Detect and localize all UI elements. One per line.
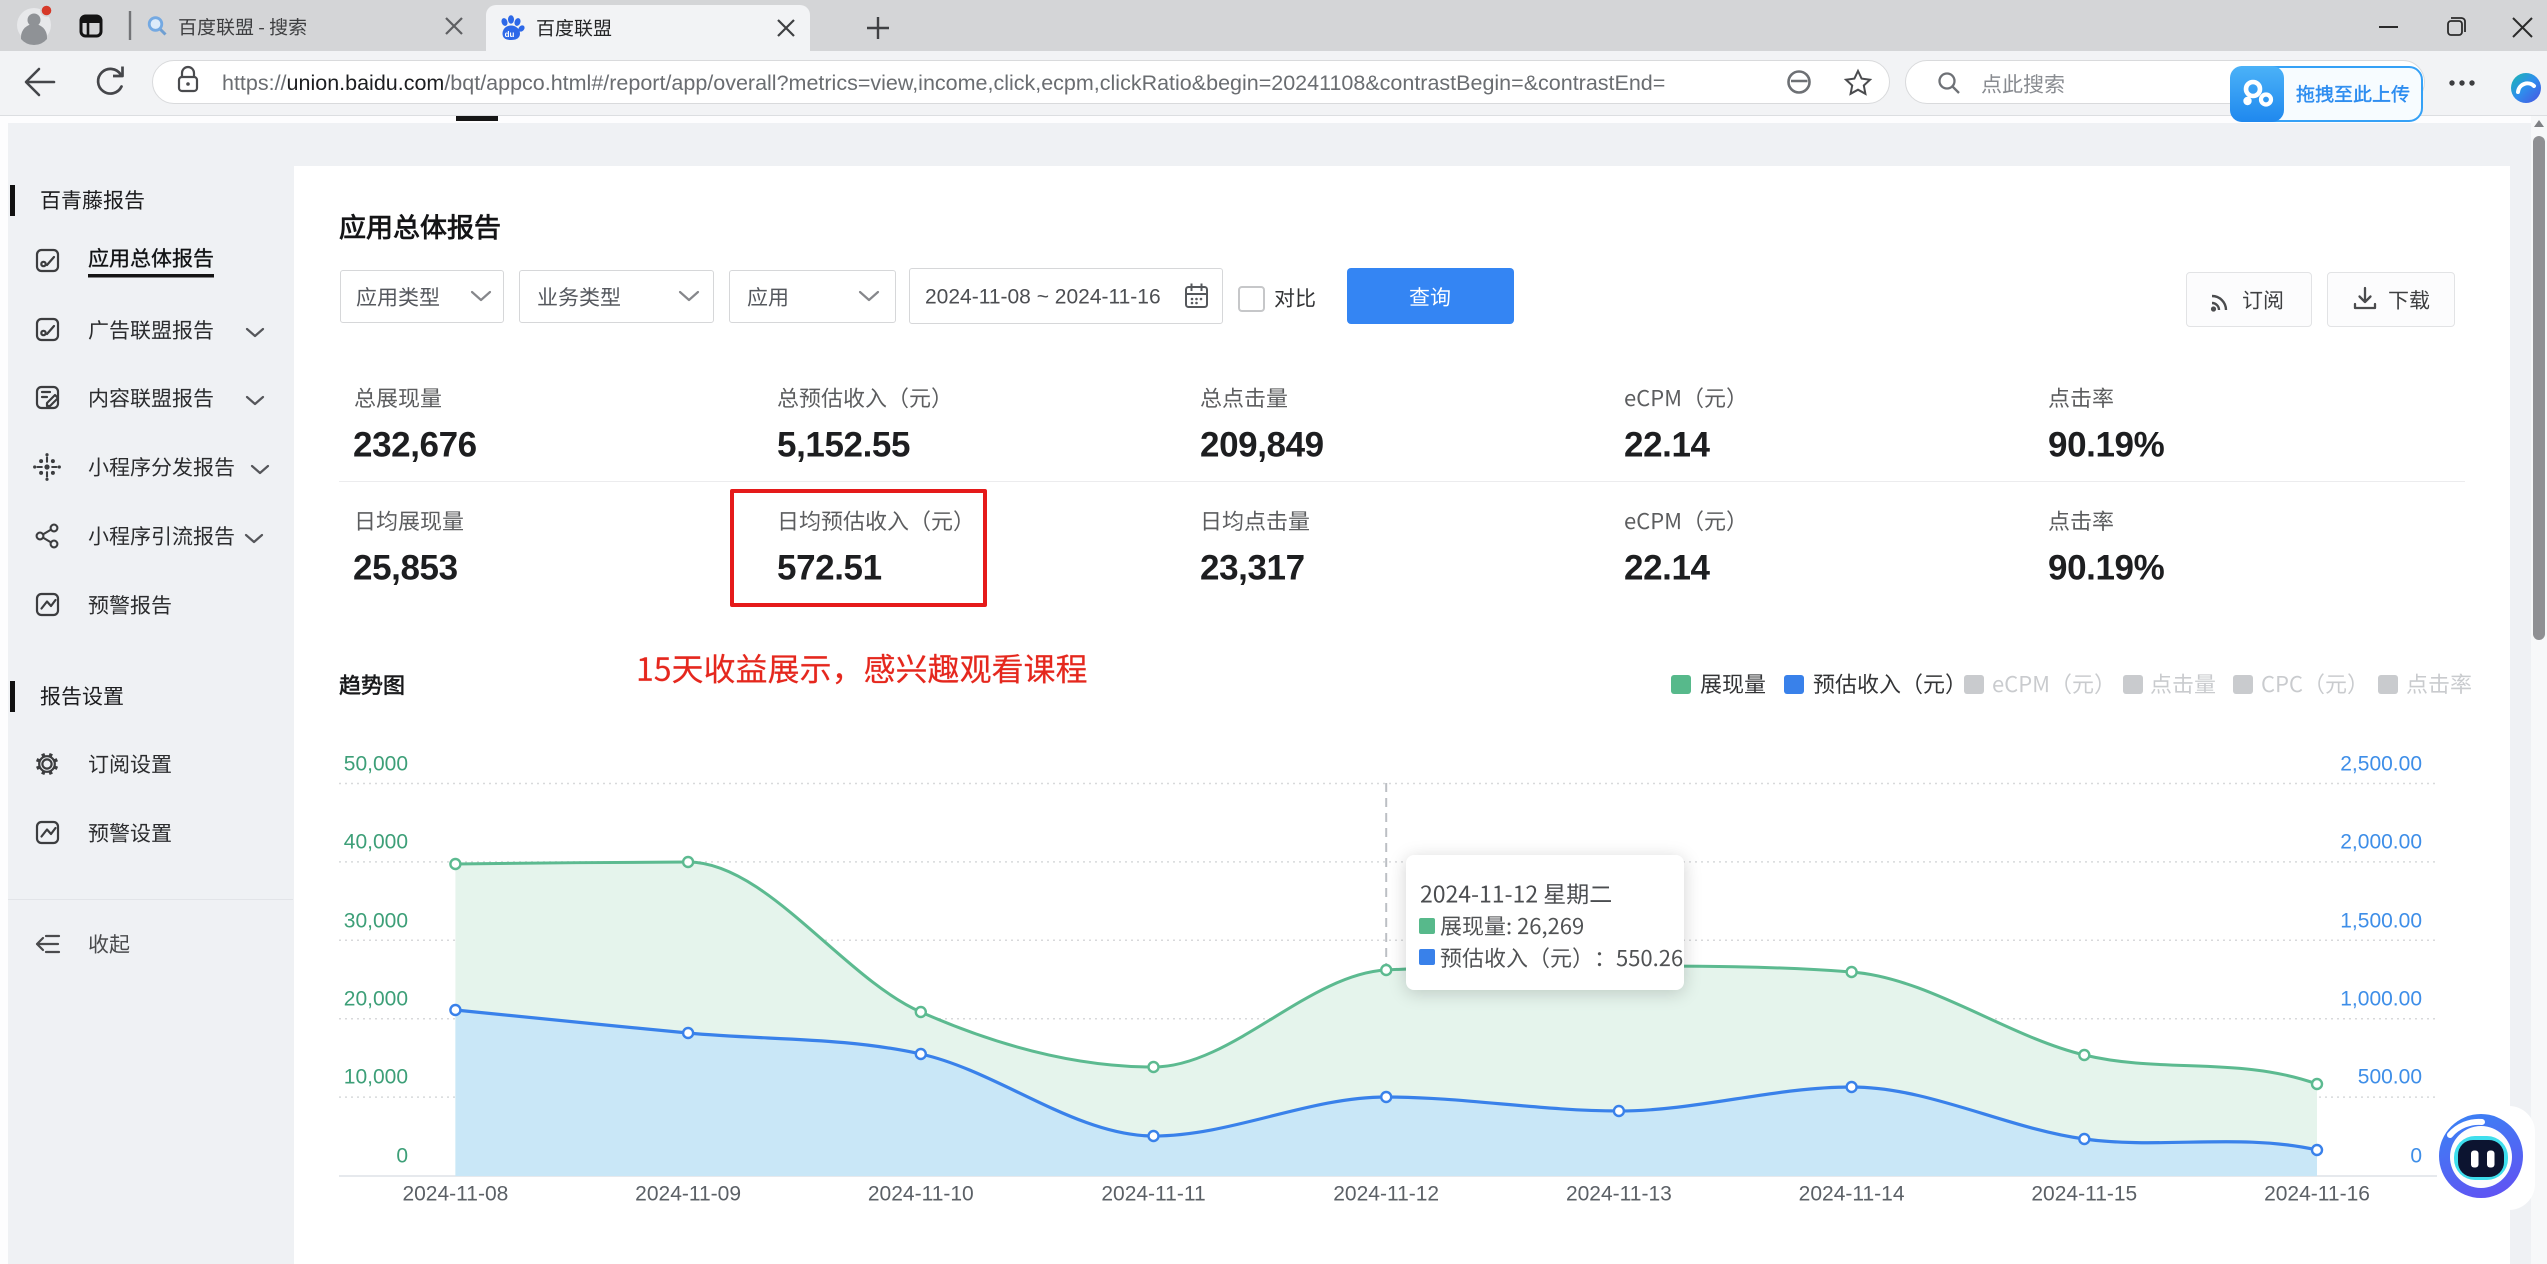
svg-text:1,500.00: 1,500.00 bbox=[2340, 910, 2422, 933]
svg-text:40,000: 40,000 bbox=[344, 831, 408, 854]
svg-text:572.51: 572.51 bbox=[777, 549, 882, 588]
svg-text:50,000: 50,000 bbox=[344, 753, 408, 776]
svg-text:500.00: 500.00 bbox=[2358, 1066, 2422, 1089]
svg-text:2024-11-10: 2024-11-10 bbox=[868, 1183, 974, 1206]
svg-text:2024-11-15: 2024-11-15 bbox=[2031, 1183, 2137, 1206]
svg-text:2024-11-11: 2024-11-11 bbox=[1101, 1183, 1205, 1206]
svg-text:90.19%: 90.19% bbox=[2048, 426, 2165, 465]
svg-text:2024-11-08: 2024-11-08 bbox=[402, 1183, 508, 1206]
svg-text:5,152.55: 5,152.55 bbox=[777, 426, 910, 465]
svg-text:25,853: 25,853 bbox=[353, 549, 458, 588]
svg-text:0: 0 bbox=[2410, 1145, 2422, 1168]
svg-text:2024-11-13: 2024-11-13 bbox=[1566, 1183, 1672, 1206]
svg-text:1,000.00: 1,000.00 bbox=[2340, 988, 2422, 1011]
svg-text:2,000.00: 2,000.00 bbox=[2340, 831, 2422, 854]
svg-text:2024-11-14: 2024-11-14 bbox=[1799, 1183, 1905, 1206]
svg-text:90.19%: 90.19% bbox=[2048, 549, 2165, 588]
svg-text:22.14: 22.14 bbox=[1624, 549, 1711, 588]
svg-text:2024-11-12: 2024-11-12 bbox=[1333, 1183, 1439, 1206]
svg-text:10,000: 10,000 bbox=[344, 1066, 408, 1089]
svg-text:209,849: 209,849 bbox=[1200, 426, 1324, 465]
svg-text:20,000: 20,000 bbox=[344, 988, 408, 1011]
svg-text:232,676: 232,676 bbox=[353, 426, 477, 465]
svg-text:2,500.00: 2,500.00 bbox=[2340, 753, 2422, 776]
svg-text:0: 0 bbox=[396, 1145, 408, 1168]
svg-text:2024-11-08 ~ 2024-11-16: 2024-11-08 ~ 2024-11-16 bbox=[925, 286, 1161, 309]
svg-text:2024-11-09: 2024-11-09 bbox=[635, 1183, 741, 1206]
svg-text:22.14: 22.14 bbox=[1624, 426, 1711, 465]
svg-text:https://union.baidu.com/bqt/ap: https://union.baidu.com/bqt/appco.html#/… bbox=[222, 71, 1665, 95]
svg-text:2024-11-16: 2024-11-16 bbox=[2264, 1183, 2370, 1206]
svg-text:23,317: 23,317 bbox=[1200, 549, 1305, 588]
svg-text:30,000: 30,000 bbox=[344, 910, 408, 933]
